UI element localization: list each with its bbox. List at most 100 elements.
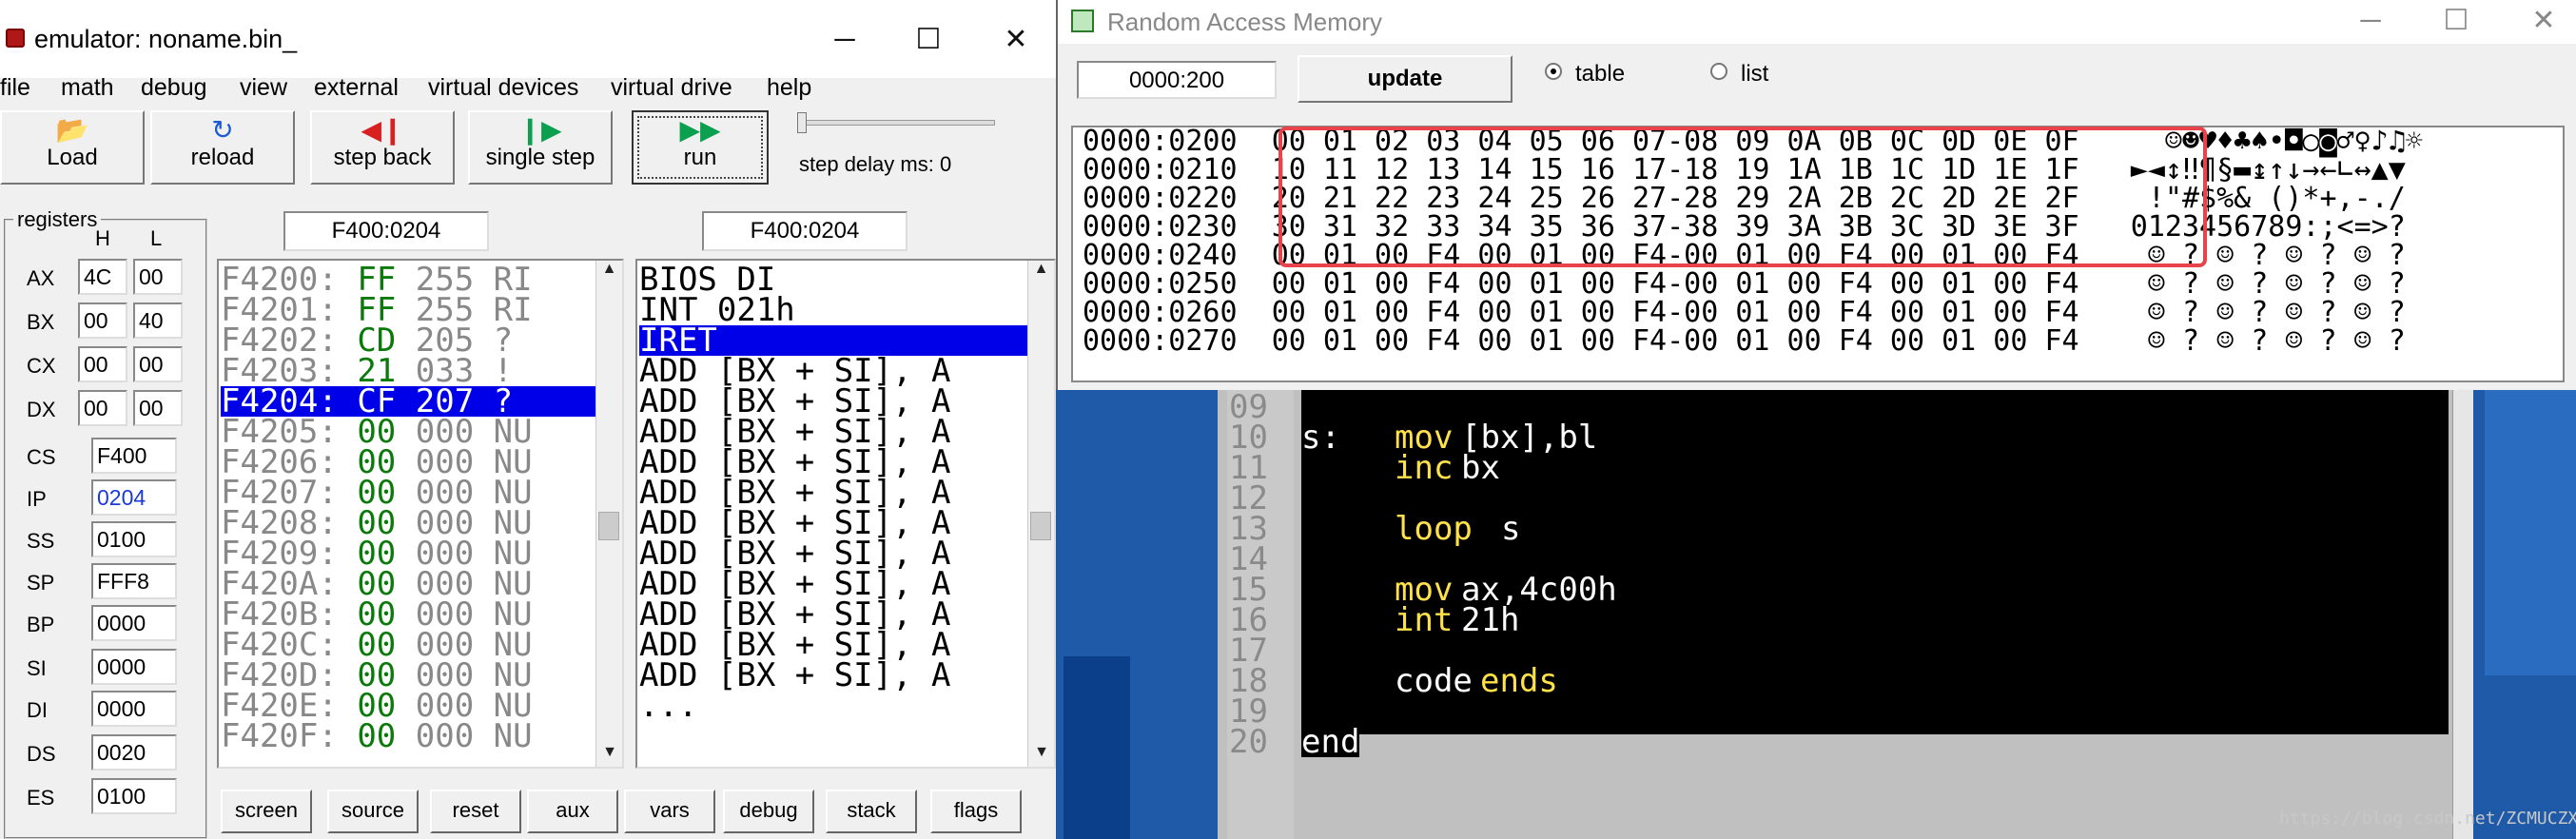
reload-icon: ↻ — [211, 115, 234, 145]
step-delay-slider[interactable] — [797, 120, 995, 126]
disasm-address-field[interactable]: F400:0204 — [702, 211, 907, 251]
memory-title-bar: Random Access Memory ─ ☐ ✕ — [1058, 0, 2576, 44]
ram-address-field[interactable]: 0000:200 — [1077, 61, 1277, 99]
aux-button[interactable]: aux — [527, 790, 618, 833]
reg-cx-label: CX — [27, 354, 56, 378]
reg-dh-field[interactable]: 00 — [78, 390, 127, 426]
reg-sp-field[interactable]: FFF8 — [91, 563, 177, 599]
code-label: s: — [1301, 419, 1340, 457]
code-keyword: inc — [1395, 449, 1454, 487]
scroll-up-icon[interactable]: ▲ — [1028, 261, 1054, 278]
editor-scrollbar[interactable] — [2452, 390, 2473, 839]
reg-ds-field[interactable]: 0020 — [91, 734, 177, 771]
high-byte-header: H — [95, 226, 110, 250]
reg-cl-field[interactable]: 00 — [133, 346, 183, 382]
menu-bar: file math debug view external virtual de… — [0, 68, 1056, 107]
instruction-row[interactable]: ... — [639, 690, 1027, 722]
table-radio-label: table — [1575, 61, 1626, 87]
close-button[interactable]: ✕ — [997, 21, 1035, 59]
menu-file[interactable]: file — [0, 74, 44, 102]
reg-ds-label: DS — [27, 742, 56, 766]
single-step-button[interactable]: ❙▶ single step — [468, 110, 613, 185]
reg-si-field[interactable]: 0000 — [91, 649, 177, 685]
menu-virtual-devices[interactable]: virtual devices — [428, 74, 592, 102]
minimize-button[interactable]: ─ — [826, 21, 864, 59]
memory-minimize-button[interactable]: ─ — [2352, 2, 2390, 40]
slider-thumb[interactable] — [797, 112, 807, 133]
reload-button[interactable]: ↻ reload — [150, 110, 295, 185]
update-button[interactable]: update — [1298, 55, 1512, 103]
registers-title: registers — [13, 207, 102, 232]
reg-al-field[interactable]: 00 — [133, 259, 183, 295]
code-line: 11 inc bx — [1229, 449, 2447, 487]
row-address: F420F: — [221, 717, 338, 755]
menu-view[interactable]: view — [240, 74, 301, 102]
reg-di-field[interactable]: 0000 — [91, 691, 177, 727]
disassembly-list[interactable]: BIOS DI INT 021h IRET ADD [BX + SI], A ADD [… — [635, 259, 1056, 769]
code-operands: ends — [1480, 662, 1558, 700]
stack-button[interactable]: stack — [826, 790, 917, 833]
scroll-down-icon[interactable]: ▼ — [1028, 744, 1054, 761]
menu-math[interactable]: math — [61, 74, 127, 102]
reg-bl-field[interactable]: 40 — [133, 302, 183, 339]
reg-ss-label: SS — [27, 529, 55, 553]
ram-row-bytes: 00 01 00 F4 00 01 00 F4-00 01 00 F4 00 0… — [1271, 324, 2079, 358]
scroll-thumb[interactable] — [1030, 512, 1051, 540]
instruction-row[interactable]: ADD [BX + SI], A — [639, 659, 1027, 692]
code-line: 20 end — [1229, 726, 2447, 758]
chip-icon — [6, 29, 25, 48]
source-button[interactable]: source — [327, 790, 419, 833]
flags-button[interactable]: flags — [930, 790, 1022, 833]
focus-ring — [637, 116, 763, 179]
reg-cs-field[interactable]: F400 — [91, 438, 177, 474]
memory-scrollbar[interactable]: ▲ ▼ — [595, 261, 622, 767]
memory-maximize-button[interactable]: ☐ — [2437, 2, 2475, 40]
list-radio[interactable] — [1710, 63, 1727, 80]
vars-button[interactable]: vars — [624, 790, 715, 833]
reload-label: reload — [190, 145, 255, 170]
load-button[interactable]: 📂 Load — [0, 110, 145, 185]
run-button[interactable]: ▶▶ run — [632, 110, 769, 185]
table-radio[interactable] — [1545, 63, 1562, 80]
step-back-button[interactable]: ◀❙ step back — [310, 110, 455, 185]
load-label: Load — [47, 145, 98, 170]
menu-external[interactable]: external — [314, 74, 412, 102]
code-line: 16 int 21h — [1229, 601, 2447, 639]
reg-es-label: ES — [27, 786, 55, 810]
memory-close-button[interactable]: ✕ — [2525, 2, 2563, 40]
code-line: 19 — [1229, 695, 2447, 728]
reg-ip-field[interactable]: 0204 — [91, 479, 177, 516]
menu-help[interactable]: help — [767, 74, 825, 102]
reg-ah-field[interactable]: 4C — [78, 259, 127, 295]
scroll-thumb[interactable] — [598, 512, 619, 540]
watermark: https://blog.csdn.net/ZCMUCZX — [2279, 809, 2576, 829]
reg-bh-field[interactable]: 00 — [78, 302, 127, 339]
memory-row[interactable]: F420F: 00 000 NU — [221, 720, 595, 752]
memory-address-field[interactable]: F400:0204 — [283, 211, 489, 251]
reg-bp-label: BP — [27, 613, 55, 636]
disassembly-scrollbar[interactable]: ▲ ▼ — [1027, 261, 1054, 767]
title-bar: emulator: noname.bin_ ─ ☐ ✕ — [0, 0, 1056, 78]
reset-button[interactable]: reset — [430, 790, 521, 833]
reg-dl-field[interactable]: 00 — [133, 390, 183, 426]
reg-cs-label: CS — [27, 445, 56, 469]
step-back-icon: ◀❙ — [361, 115, 404, 145]
reg-ss-field[interactable]: 0100 — [91, 521, 177, 557]
step-back-label: step back — [333, 145, 432, 170]
debug-button[interactable]: debug — [723, 790, 814, 833]
memory-list[interactable]: F4200: FF 255 RI F4201: FF 255 RI F4202: C… — [217, 259, 624, 769]
screen-button[interactable]: screen — [221, 790, 312, 833]
memory-window-title: Random Access Memory — [1107, 8, 1382, 36]
code-operands: s — [1501, 510, 1521, 548]
scroll-down-icon[interactable]: ▼ — [596, 744, 622, 761]
reg-ch-field[interactable]: 00 — [78, 346, 127, 382]
reg-es-field[interactable]: 0100 — [91, 778, 177, 814]
menu-virtual-drive[interactable]: virtual drive — [611, 74, 746, 102]
row-hex: 00 — [357, 717, 397, 755]
scroll-up-icon[interactable]: ▲ — [596, 261, 622, 278]
code-keyword: int — [1395, 601, 1454, 639]
menu-debug[interactable]: debug — [141, 74, 221, 102]
maximize-button[interactable]: ☐ — [909, 21, 947, 59]
reg-bp-field[interactable]: 0000 — [91, 605, 177, 641]
disassembly-rows: BIOS DI INT 021h IRET ADD [BX + SI], A ADD [… — [639, 263, 1027, 722]
